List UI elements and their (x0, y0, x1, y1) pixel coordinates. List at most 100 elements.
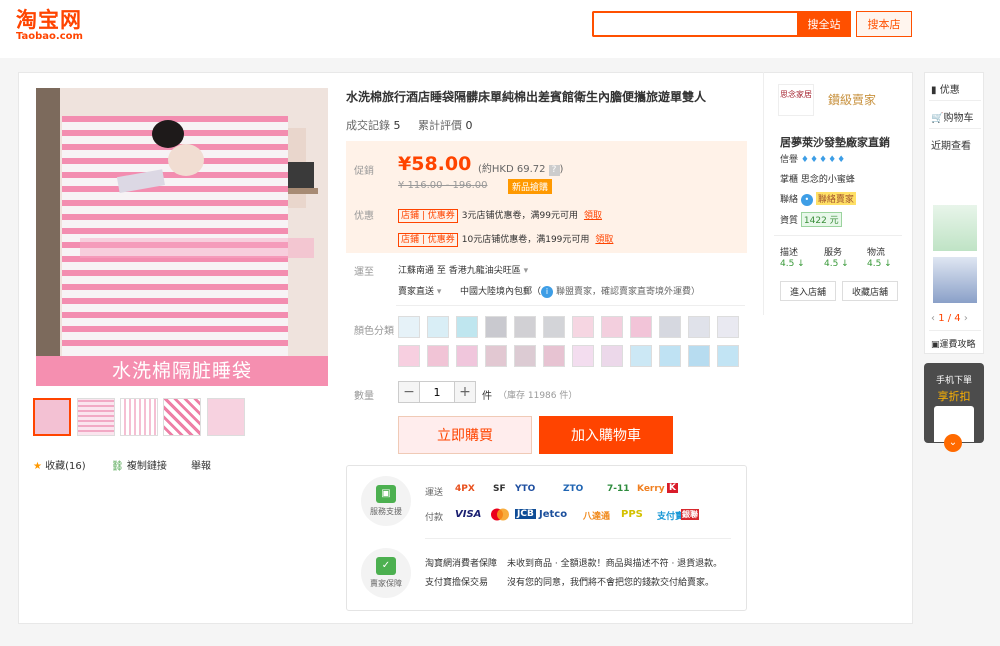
search-input[interactable] (592, 11, 798, 37)
add-to-cart-button[interactable]: 加入購物車 (539, 416, 673, 454)
quantity-increase-button[interactable]: + (455, 382, 475, 402)
new-product-badge: 新品搶購 (508, 179, 553, 194)
carrier-sf-logo: SF (493, 484, 506, 494)
color-swatch[interactable] (485, 316, 507, 338)
color-swatch[interactable] (601, 345, 623, 367)
chevron-down-icon[interactable]: ⌄ (944, 434, 962, 452)
contact-row: 聯絡 • 聯絡賣家 (780, 192, 856, 206)
ship-method[interactable]: 賣家直送 ▾ (398, 284, 441, 297)
color-swatch[interactable] (659, 316, 681, 338)
deposit-row: 資質 1422 元 (780, 212, 842, 227)
calculator-icon: ▣ (931, 340, 940, 350)
buy-now-button[interactable]: 立即購買 (398, 416, 532, 454)
escrow-title[interactable]: 支付寶擔保交易 (425, 575, 488, 588)
shop-name[interactable]: 居夢萊沙發墊廠家直銷 (780, 134, 890, 150)
color-swatch[interactable] (572, 316, 594, 338)
shop-logo[interactable]: 思念家居 (778, 84, 814, 116)
recent-item-2[interactable] (933, 257, 977, 303)
coupon-tag: 店鋪 | 优惠券 (398, 233, 458, 247)
ship-to-label: 運至 (354, 267, 374, 278)
color-swatch[interactable] (572, 345, 594, 367)
thumbnail-5[interactable] (207, 398, 245, 436)
quantity-label: 數量 (354, 391, 374, 402)
color-swatch[interactable] (456, 316, 478, 338)
sidebar-promo[interactable]: ▮ 优惠 (931, 81, 960, 96)
shield-icon: ✓ (376, 557, 396, 575)
color-swatch[interactable] (601, 316, 623, 338)
mobile-order-text: 手机下單 (935, 376, 972, 386)
copy-link[interactable]: ⛓ 複制鏈接 (111, 457, 167, 472)
divider (396, 305, 745, 306)
contact-seller-button[interactable]: 聯絡賣家 (815, 192, 856, 205)
score-logistics-label: 物流 (867, 248, 886, 258)
next-arrow-icon[interactable]: › (964, 313, 968, 324)
sales-record[interactable]: 成交記錄 5 (346, 117, 401, 133)
color-swatch[interactable] (398, 345, 420, 367)
deposit-badge: 1422 元 (800, 212, 842, 227)
color-swatch[interactable] (717, 316, 739, 338)
recently-viewed-label: 近期查看 (931, 141, 971, 152)
favorite-link[interactable]: ★ 收藏(16) (33, 457, 86, 472)
mobile-order-promo[interactable]: 手机下單 享折扣 (924, 363, 984, 443)
color-swatch[interactable] (485, 345, 507, 367)
color-swatch[interactable] (427, 345, 449, 367)
claim-coupon-link[interactable]: 領取 (595, 235, 613, 245)
color-swatch[interactable] (630, 316, 652, 338)
color-swatch[interactable] (543, 316, 565, 338)
thumbnail-4[interactable] (163, 398, 201, 436)
color-swatch[interactable] (688, 316, 710, 338)
color-swatch[interactable] (659, 345, 681, 367)
favorite-shop-button[interactable]: 收藏店舖 (842, 281, 898, 301)
color-swatch[interactable] (456, 345, 478, 367)
sidebar-cart[interactable]: 🛒购物车 (931, 109, 973, 124)
alliance-icon: i (541, 286, 554, 298)
mastercard-logo: mastercard (491, 508, 509, 521)
cart-icon: 🛒 (931, 113, 944, 124)
carrier-zto-logo: ZTO (563, 484, 584, 494)
quantity-input[interactable] (419, 382, 455, 402)
help-icon[interactable]: ? (548, 165, 560, 176)
image-caption: 水洗棉隔脏睡袋 (36, 356, 328, 386)
thumbnail-1[interactable] (33, 398, 71, 436)
coupon-row-2: 店鋪 | 优惠券 10元店铺优惠卷，满199元可用 領取 (398, 232, 613, 247)
diamond-icon: ♦♦♦♦♦ (800, 155, 847, 165)
taobao-logo[interactable]: 淘宝网 Taobao.com (16, 9, 83, 43)
right-sidebar: ▮ 优惠 🛒购物车 近期查看 ‹ 1 / 4 › ▣運費攻略 (924, 72, 984, 354)
review-record[interactable]: 累計評價 0 (418, 117, 473, 133)
color-swatch[interactable] (688, 345, 710, 367)
enter-shop-button[interactable]: 進入店舖 (780, 281, 836, 301)
score-service-label: 服务 (824, 248, 843, 258)
quantity-decrease-button[interactable]: − (399, 382, 419, 402)
report-link[interactable]: 舉報 (191, 457, 211, 472)
top-header: 淘宝网 Taobao.com 搜全站 搜本店 (0, 0, 1000, 58)
coupon-tag: 店鋪 | 优惠券 (398, 209, 458, 223)
divider (425, 538, 731, 539)
consumer-protection-title[interactable]: 淘寶網消費者保障 (425, 556, 497, 569)
sleeping-bag-photo (36, 88, 328, 386)
color-swatch[interactable] (514, 316, 536, 338)
chevron-down-icon: ▾ (523, 266, 529, 276)
coupon-icon: ▮ (931, 85, 937, 96)
color-swatch[interactable] (543, 345, 565, 367)
product-main-image[interactable]: 水洗棉隔脏睡袋 (36, 88, 328, 386)
seller-panel: 思念家居 鑽級賣家 居夢萊沙發墊廠家直銷 信譽 ♦♦♦♦♦ 掌櫃 思念的小蜜蜂 … (763, 72, 911, 315)
shipping-calc-link[interactable]: ▣運費攻略 (931, 337, 976, 350)
pps-logo: PPS (621, 509, 643, 520)
search-store-button[interactable]: 搜本店 (856, 11, 912, 37)
search-all-button[interactable]: 搜全站 (797, 11, 851, 37)
thumbnail-3[interactable] (120, 398, 158, 436)
color-swatch[interactable] (717, 345, 739, 367)
ship-route[interactable]: 江蘇南通 至 香港九龍油尖旺區 ▾ (398, 263, 528, 276)
color-swatch[interactable] (514, 345, 536, 367)
recent-item-1[interactable] (933, 205, 977, 251)
prev-arrow-icon[interactable]: ‹ (931, 313, 935, 324)
color-swatch[interactable] (398, 316, 420, 338)
color-swatch[interactable] (630, 345, 652, 367)
color-swatch[interactable] (427, 316, 449, 338)
carrier-4px-logo: 4PX (455, 484, 475, 494)
jcb-logo: JCB (515, 509, 536, 519)
claim-coupon-link[interactable]: 領取 (584, 211, 602, 221)
logo-english-text: Taobao.com (16, 31, 83, 42)
thumbnail-2[interactable] (77, 398, 115, 436)
shipping-carriers-label: 運送 (425, 488, 444, 498)
